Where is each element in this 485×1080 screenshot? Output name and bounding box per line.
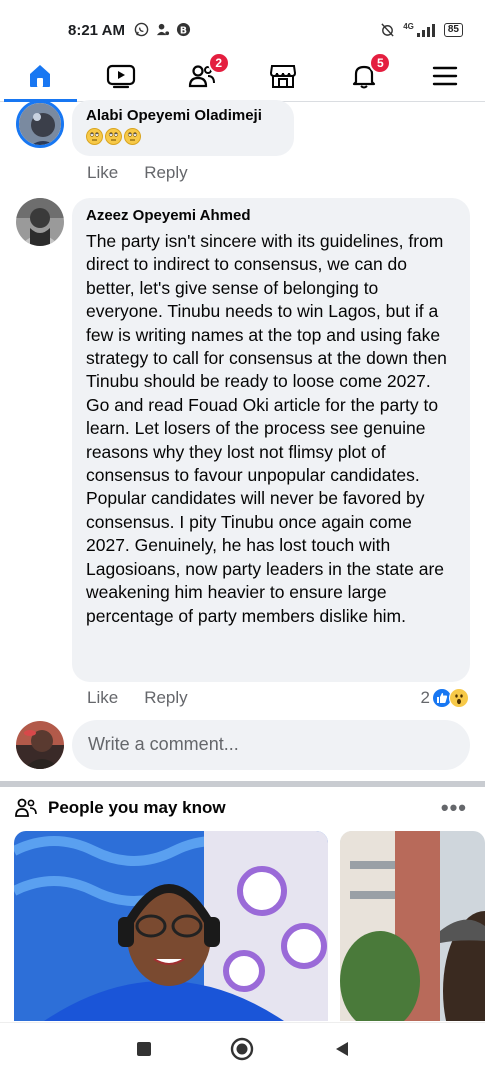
- notifications-badge: 5: [369, 52, 392, 74]
- comment-actions: Like Reply: [87, 163, 188, 183]
- suggested-person-photo: [340, 831, 485, 1021]
- write-comment-input[interactable]: Write a comment...: [72, 720, 470, 770]
- top-nav-bar: 2 5: [0, 50, 485, 102]
- menu-icon: [432, 66, 457, 85]
- reply-button[interactable]: Reply: [144, 688, 187, 708]
- wow-reaction-icon: [449, 688, 469, 708]
- comment-emojis: [86, 128, 280, 145]
- current-user-avatar[interactable]: [16, 721, 64, 769]
- network-label: 4G: [403, 22, 414, 31]
- battery-indicator: 85: [443, 22, 463, 37]
- system-navigation-bar: [0, 1022, 485, 1080]
- b-badge-icon: B: [176, 22, 191, 36]
- svg-text:B: B: [180, 25, 187, 36]
- people-you-may-know-header: People you may know •••: [0, 795, 485, 823]
- comment-bubble: Alabi Opeyemi Oladimeji: [72, 100, 294, 156]
- comment-text: The party isn't sincere with its guideli…: [86, 231, 447, 626]
- friends-badge: 2: [207, 52, 230, 74]
- status-bar: 8:21 AM B 4G 85: [0, 0, 485, 50]
- rolling-eyes-emoji: [86, 128, 103, 145]
- suggestion-card[interactable]: [14, 831, 328, 1021]
- rolling-eyes-emoji: [105, 128, 122, 145]
- nav-video[interactable]: [81, 50, 162, 101]
- reaction-count: 2: [420, 688, 430, 707]
- comment-author[interactable]: Azeez Opeyemi Ahmed: [86, 206, 456, 226]
- status-time: 8:21 AM: [68, 22, 125, 39]
- comment-bubble: Azeez Opeyemi Ahmed The party isn't sinc…: [72, 198, 470, 682]
- suggestion-card[interactable]: [340, 831, 485, 1021]
- person-notification-icon: [156, 23, 170, 36]
- people-icon: [15, 798, 37, 817]
- rolling-eyes-emoji: [124, 128, 141, 145]
- avatar[interactable]: [16, 100, 64, 148]
- signal-icon: [416, 23, 435, 37]
- video-icon: [107, 64, 136, 88]
- like-button[interactable]: Like: [87, 688, 118, 708]
- back-icon[interactable]: [334, 1041, 350, 1057]
- status-right-icons: 4G 85: [380, 22, 463, 37]
- comment-reactions[interactable]: 2: [421, 688, 469, 708]
- whatsapp-icon: [134, 22, 149, 37]
- marketplace-icon: [269, 64, 296, 88]
- comment-item: Alabi Opeyemi Oladimeji Like Reply: [0, 100, 485, 190]
- more-options-button[interactable]: •••: [441, 795, 467, 821]
- nav-home[interactable]: [0, 50, 81, 102]
- nav-friends[interactable]: 2: [162, 50, 243, 101]
- reply-button[interactable]: Reply: [144, 163, 187, 183]
- comment-item: Azeez Opeyemi Ahmed The party isn't sinc…: [0, 198, 485, 714]
- home-icon: [30, 64, 51, 87]
- recent-apps-icon[interactable]: [136, 1041, 152, 1057]
- nav-menu[interactable]: [404, 50, 485, 101]
- suggested-person-photo: [14, 831, 328, 1021]
- write-comment-row: Write a comment...: [0, 718, 485, 772]
- section-divider: [0, 781, 485, 787]
- alarm-off-icon: [381, 23, 394, 37]
- nav-notifications[interactable]: 5: [323, 50, 404, 101]
- like-button[interactable]: Like: [87, 163, 118, 183]
- status-notification-icons: B: [134, 22, 191, 37]
- comment-author[interactable]: Alabi Opeyemi Oladimeji: [86, 106, 280, 126]
- home-button-icon[interactable]: [230, 1037, 254, 1061]
- people-you-may-know-title: People you may know: [48, 798, 226, 817]
- nav-marketplace[interactable]: [242, 50, 323, 101]
- avatar[interactable]: [16, 198, 64, 246]
- comment-actions: Like Reply: [87, 688, 188, 708]
